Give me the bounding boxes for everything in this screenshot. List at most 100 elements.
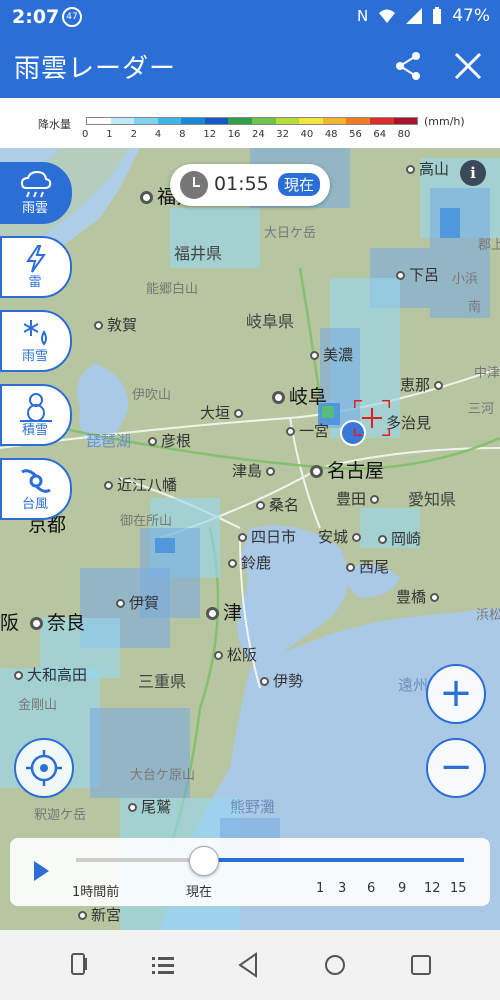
signal-icon	[406, 8, 423, 24]
radar-map[interactable]: 福井 福井県 大日ケ岳 能郷白山 高山 下呂 郡上 小浜 南 敦賀 岐阜県 美濃…	[0, 148, 500, 930]
place-hashi: 阪	[0, 612, 20, 634]
share-button[interactable]	[390, 48, 426, 84]
locate-button[interactable]	[14, 738, 74, 798]
zoom-out-button[interactable]: −	[426, 738, 486, 798]
notification-badge: 47	[62, 7, 82, 27]
place-gifu: 岐阜	[272, 382, 327, 409]
place-hamamatsu: 浜松	[476, 608, 500, 623]
layer-button-snow[interactable]: 積雪	[0, 384, 72, 446]
timeline-forecast-range	[204, 858, 464, 862]
lightning-icon	[26, 245, 46, 273]
place-okazaki: 岡崎	[378, 528, 421, 549]
legend-swatch	[322, 118, 347, 124]
timeline-label-9h: 9	[398, 881, 407, 896]
crosshair-icon	[26, 750, 62, 786]
app-bar: 雨雲レーダー	[0, 34, 500, 98]
timeline-track[interactable]	[76, 858, 464, 862]
place-anjo: 安城	[318, 526, 365, 547]
place-suzuka: 鈴鹿	[228, 552, 271, 573]
target-crosshair-icon	[354, 400, 390, 436]
timeline-label-now: 現在	[186, 885, 213, 900]
region-fukui-pref: 福井県	[174, 244, 223, 263]
menu-icon[interactable]	[146, 948, 180, 982]
recent-apps-alt-icon[interactable]	[62, 948, 96, 982]
place-tajimi: 多治見	[386, 414, 432, 432]
legend-swatch	[87, 118, 111, 124]
legend-tick: 8	[179, 129, 186, 140]
timeline-label-1h: 1	[316, 881, 325, 896]
place-matsusaka: 松阪	[214, 644, 257, 665]
legend-tick: 1	[106, 129, 113, 140]
timeline-slider: 1時間前 現在 1 3 6 9 12 15	[10, 838, 490, 906]
layer-button-typhoon[interactable]: 台風	[0, 458, 72, 520]
layer-button-thunder[interactable]: 雷	[0, 236, 72, 298]
place-tsu: 津	[206, 598, 242, 625]
legend-swatch	[369, 118, 394, 124]
legend-tick: 64	[373, 129, 387, 140]
timeline-label-3h: 3	[338, 881, 347, 896]
place-ise: 伊勢	[260, 670, 303, 691]
close-button[interactable]	[450, 48, 486, 84]
layer-label: 雷	[28, 275, 42, 290]
timeline-handle[interactable]	[189, 846, 219, 876]
timeline-label-past: 1時間前	[72, 885, 120, 900]
clock-icon	[180, 171, 208, 199]
peak-odaigahara: 大台ケ原山	[130, 768, 196, 783]
legend-swatch	[228, 118, 253, 124]
place-ena: 恵那	[400, 374, 447, 395]
layer-label: 雨雪	[21, 349, 48, 364]
legend-swatch	[110, 118, 135, 124]
place-toyota: 豊田	[336, 488, 383, 509]
legend-tick: 0	[82, 129, 89, 140]
place-nanwa: 南	[468, 300, 482, 315]
timeline-label-15h: 15	[450, 881, 467, 896]
legend-tick: 32	[276, 129, 289, 140]
place-gujo: 郡上	[478, 238, 500, 253]
info-button[interactable]: i	[460, 160, 486, 186]
page-title: 雨雲レーダー	[14, 54, 177, 84]
info-icon: i	[470, 164, 476, 182]
status-bar: 2:07 47 N 47%	[0, 0, 500, 34]
place-owase: 尾鷲	[128, 796, 171, 817]
legend-unit: (mm/h)	[424, 115, 465, 128]
legend-tick: 80	[397, 129, 411, 140]
place-iga: 伊賀	[116, 592, 159, 613]
legend-swatch	[346, 118, 370, 124]
sea-enshunada: 遠州	[398, 676, 429, 694]
peak-kongo: 金剛山	[18, 698, 58, 713]
legend-swatch	[157, 118, 182, 124]
status-icons: N 47%	[357, 6, 490, 26]
place-mikawa: 三河	[468, 402, 495, 417]
zoom-in-button[interactable]: +	[426, 664, 486, 724]
back-icon[interactable]	[232, 948, 266, 982]
rain-cloud-icon	[20, 170, 52, 198]
home-icon[interactable]	[318, 948, 352, 982]
legend-swatch	[299, 118, 323, 124]
typhoon-icon	[21, 469, 51, 493]
system-nav-bar	[0, 930, 500, 1000]
legend-tick: 12	[203, 129, 217, 140]
place-nagoya: 名古屋	[310, 456, 384, 483]
peak-ibuki: 伊吹山	[132, 388, 172, 403]
place-nara: 奈良	[30, 608, 85, 635]
radar-time-indicator: 01:55 現在	[170, 164, 330, 206]
layer-label: 積雪	[21, 423, 48, 438]
place-yokkaichi: 四日市	[238, 526, 296, 547]
snowman-icon	[20, 393, 52, 422]
place-kuwana: 桑名	[256, 494, 299, 515]
overview-icon[interactable]	[404, 948, 438, 982]
layer-button-sleet[interactable]: 雨雪	[0, 310, 72, 372]
battery-icon	[433, 7, 442, 24]
legend-tick: 56	[349, 129, 362, 140]
close-icon	[454, 52, 482, 80]
play-icon[interactable]	[34, 861, 49, 881]
peak-shaka: 釈迦ケ岳	[34, 808, 87, 823]
legend-ticks: 0 1 2 4 8 12 16 24 32 40 48 56 64 80	[82, 129, 422, 140]
place-toyohashi: 豊橋	[396, 586, 443, 607]
sea-kumanonada: 熊野灘	[230, 798, 276, 816]
nfc-icon: N	[356, 7, 369, 25]
place-ogaki: 大垣	[200, 402, 247, 423]
place-nishio: 西尾	[346, 556, 389, 577]
place-mino: 美濃	[310, 344, 353, 365]
layer-button-rain-cloud[interactable]: 雨雲	[0, 162, 72, 224]
